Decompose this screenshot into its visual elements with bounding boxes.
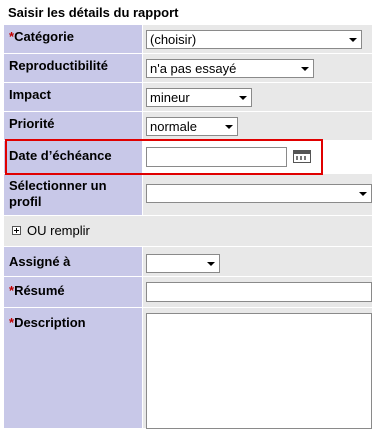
chevron-down-icon <box>301 67 309 71</box>
value-priorite: normale <box>143 112 372 140</box>
value-resume <box>143 277 372 307</box>
label-resume: *Résumé <box>4 277 142 307</box>
categorie-select-value: (choisir) <box>150 32 197 47</box>
impact-select-value: mineur <box>150 90 190 105</box>
label-reproductibilite: Reproductibilité <box>4 54 142 82</box>
reproductibilite-select[interactable]: n'a pas essayé <box>146 59 314 78</box>
form-title: Saisir les détails du rapport <box>8 5 179 20</box>
value-description <box>143 308 372 429</box>
label-impact: Impact <box>4 83 142 111</box>
row-priorite: Priorité normale <box>4 112 372 140</box>
impact-select[interactable]: mineur <box>146 88 252 107</box>
chevron-down-icon <box>359 192 367 196</box>
row-profil: Sélectionner un profil <box>4 174 372 215</box>
row-impact: Impact mineur <box>4 83 372 111</box>
label-priorite: Priorité <box>4 112 142 140</box>
chevron-down-icon <box>239 96 247 100</box>
value-assigne <box>143 247 372 276</box>
description-textarea[interactable] <box>146 313 372 429</box>
row-categorie: *Catégorie (choisir) <box>4 25 372 53</box>
label-assigne: Assigné à <box>4 247 142 276</box>
chevron-down-icon <box>349 38 357 42</box>
label-categorie: *Catégorie <box>4 25 142 53</box>
profil-select[interactable] <box>146 184 372 203</box>
value-reproductibilite: n'a pas essayé <box>143 54 372 82</box>
row-assigne: Assigné à <box>4 247 372 276</box>
resume-input[interactable] <box>146 282 372 302</box>
highlight-box <box>5 139 323 175</box>
or-fill-toggle[interactable]: OU remplir <box>4 216 372 246</box>
expand-plus-icon[interactable] <box>12 226 21 235</box>
priorite-select-value: normale <box>150 119 197 134</box>
value-categorie: (choisir) <box>143 25 372 53</box>
value-impact: mineur <box>143 83 372 111</box>
row-description: *Description <box>4 308 372 429</box>
priorite-select[interactable]: normale <box>146 117 238 136</box>
row-resume: *Résumé <box>4 277 372 307</box>
chevron-down-icon <box>207 262 215 266</box>
assigne-select[interactable] <box>146 254 220 273</box>
reproductibilite-select-value: n'a pas essayé <box>150 61 237 76</box>
report-details-form: Saisir les détails du rapport *Catégorie… <box>4 0 372 429</box>
row-reproductibilite: Reproductibilité n'a pas essayé <box>4 54 372 82</box>
categorie-select[interactable]: (choisir) <box>146 30 362 49</box>
chevron-down-icon <box>225 125 233 129</box>
label-profil: Sélectionner un profil <box>4 174 142 215</box>
or-fill-label: OU remplir <box>27 223 90 238</box>
label-description: *Description <box>4 308 142 428</box>
value-profil <box>143 174 372 215</box>
